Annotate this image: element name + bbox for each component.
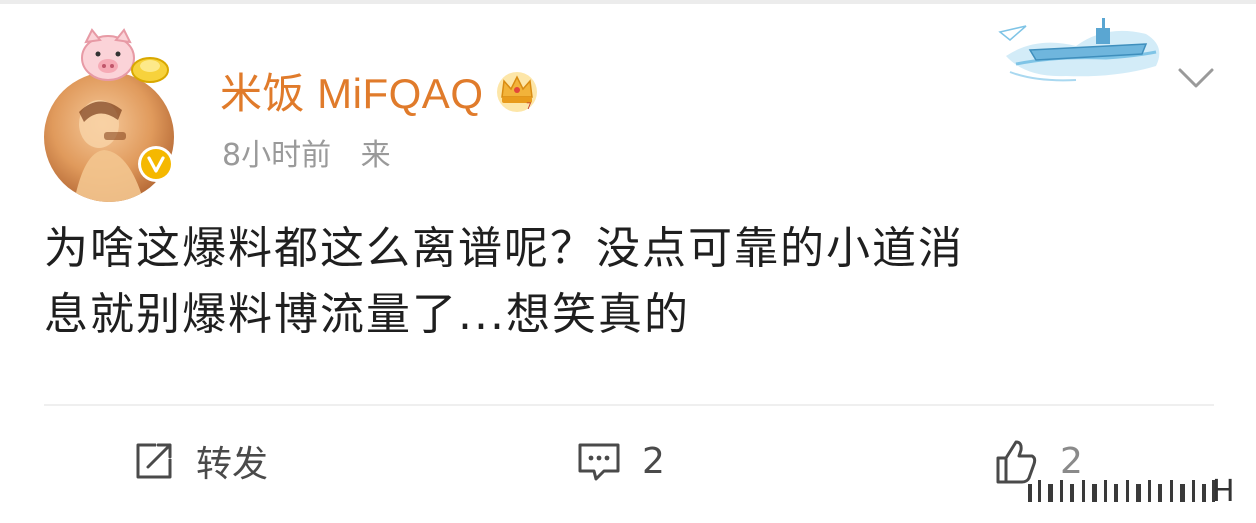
post-card: 米饭 MiFQAQ 7 8小时前 来 为啥这爆料都这么离谱呢？没点可靠的小道消 … bbox=[0, 0, 1256, 523]
repost-icon bbox=[136, 443, 172, 479]
post-source: 来 bbox=[360, 138, 391, 173]
post-meta: 8小时前 来 bbox=[222, 130, 391, 174]
aircraft-carrier-decoration bbox=[998, 18, 1160, 82]
comment-icon bbox=[578, 443, 620, 481]
repost-label: 转发 bbox=[196, 444, 269, 485]
crown-icon[interactable]: 7 bbox=[492, 65, 542, 115]
chevron-down-icon[interactable] bbox=[1176, 64, 1216, 92]
post-content: 为啥这爆料都这么离谱呢？没点可靠的小道消 息就别爆料博流量了...想笑真的 bbox=[44, 216, 1214, 348]
pig-pendant-icon bbox=[81, 28, 169, 83]
post-text-line: 为啥这爆料都这么离谱呢？没点可靠的小道消 bbox=[44, 223, 964, 274]
svg-text:7: 7 bbox=[526, 102, 532, 112]
verified-badge-icon bbox=[138, 146, 174, 182]
comment-count: 2 bbox=[642, 440, 665, 482]
username-row: 米饭 MiFQAQ 7 bbox=[220, 62, 542, 118]
comment-button[interactable]: 2 bbox=[576, 436, 665, 486]
watermark-text: H bbox=[1212, 474, 1235, 509]
repost-button[interactable]: 转发 bbox=[132, 436, 268, 486]
avatar-area[interactable] bbox=[40, 24, 190, 202]
post-time: 8小时前 bbox=[222, 138, 332, 173]
top-edge bbox=[0, 0, 1256, 4]
post-text-line: 息就别爆料博流量了...想笑真的 bbox=[44, 289, 690, 340]
username[interactable]: 米饭 MiFQAQ bbox=[220, 60, 484, 121]
divider bbox=[44, 404, 1214, 406]
